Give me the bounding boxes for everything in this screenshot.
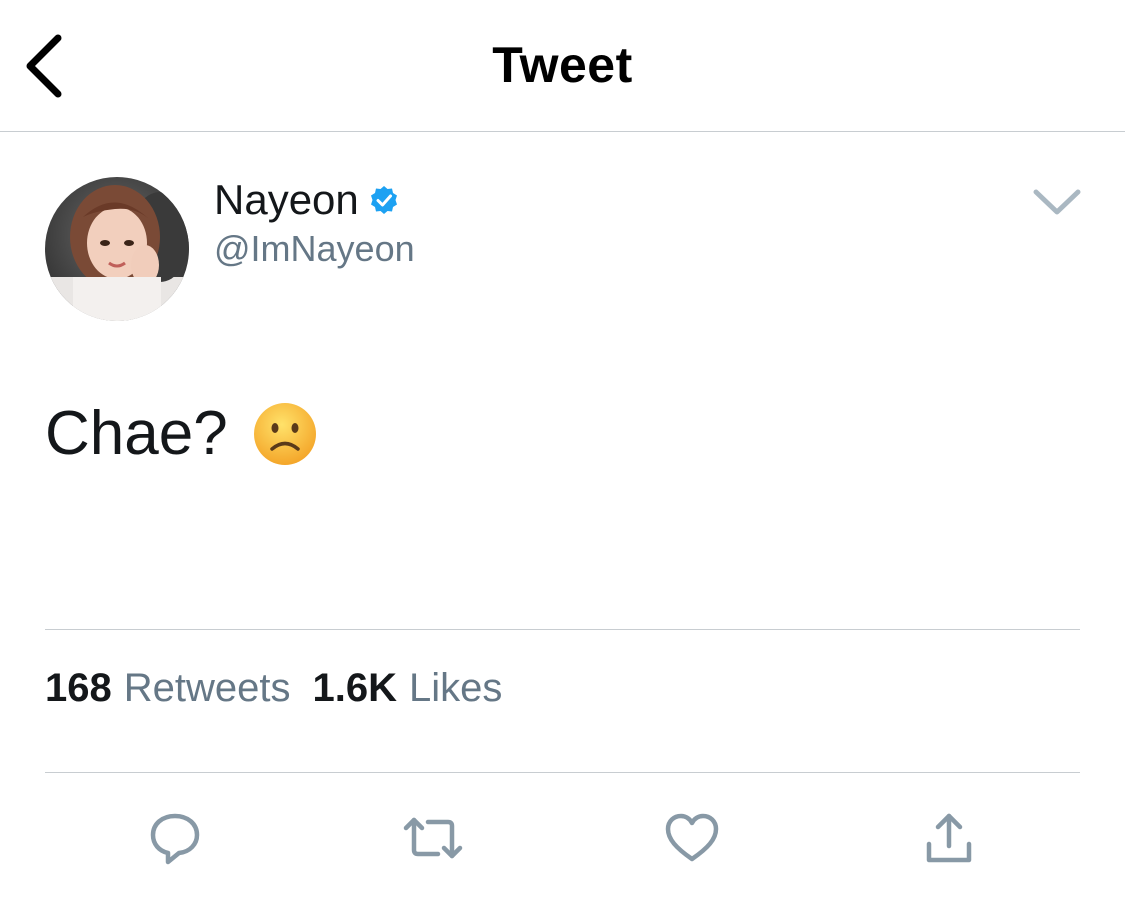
like-icon	[665, 813, 719, 862]
tweet-text-content: Chae?	[45, 399, 228, 468]
verified-badge-icon	[370, 186, 397, 214]
retweets-count: 168	[45, 666, 112, 710]
like-button[interactable]	[660, 806, 724, 870]
share-button[interactable]	[917, 806, 981, 870]
retweets-label: Retweets	[123, 666, 291, 710]
likes-label: Likes	[409, 666, 503, 710]
tweet-options-button[interactable]	[1030, 182, 1084, 222]
retweet-button[interactable]	[401, 806, 465, 870]
author-name-row: Nayeon	[214, 174, 399, 226]
share-icon	[926, 813, 972, 863]
divider	[45, 629, 1080, 630]
divider	[45, 772, 1080, 773]
avatar-image	[45, 177, 189, 321]
page-title: Tweet	[492, 37, 633, 93]
retweets-stat[interactable]: 168 Retweets	[45, 666, 291, 711]
navigation-header: Tweet	[0, 0, 1125, 132]
frowning-face-emoji	[253, 402, 316, 465]
avatar[interactable]	[45, 177, 189, 321]
chevron-down-icon	[1033, 189, 1081, 215]
author-handle[interactable]: @ImNayeon	[214, 228, 415, 270]
reply-icon	[150, 813, 200, 865]
tweet-stats: 168 Retweets 1.6K Likes	[45, 666, 502, 711]
tweet-text: Chae?	[45, 398, 318, 469]
display-name[interactable]: Nayeon	[214, 176, 359, 224]
retweet-icon	[403, 817, 463, 859]
reply-button[interactable]	[143, 806, 207, 870]
likes-count: 1.6K	[312, 666, 398, 710]
likes-stat[interactable]: 1.6K Likes	[313, 666, 503, 711]
